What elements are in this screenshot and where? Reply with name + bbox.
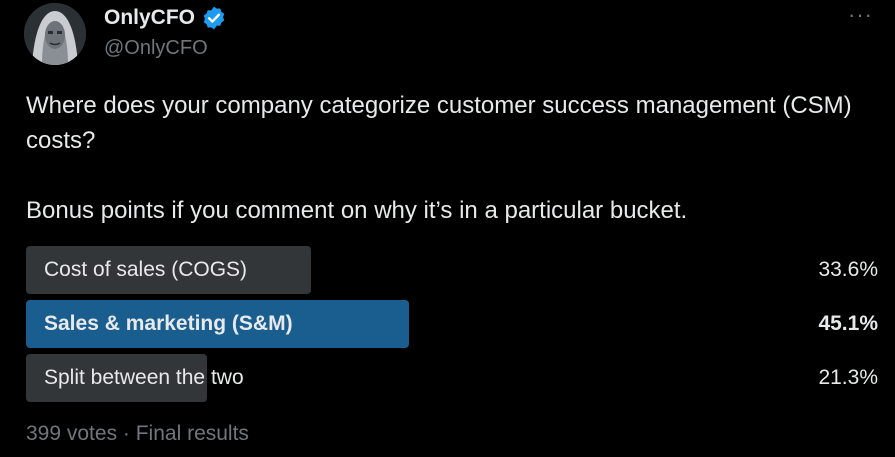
verified-badge-icon bbox=[201, 5, 227, 31]
poll-option-percent: 21.3% bbox=[818, 366, 878, 389]
poll-option-label: Sales & marketing (S&M) bbox=[44, 312, 293, 335]
poll-option-winner: Sales & marketing (S&M) 45.1% bbox=[26, 300, 878, 348]
tweet-card: OnlyCFO @OnlyCFO ··· Where does your com… bbox=[0, 0, 895, 457]
poll: Cost of sales (COGS) 33.6% Sales & marke… bbox=[26, 246, 878, 408]
poll-option-percent: 45.1% bbox=[818, 312, 878, 335]
tweet-text: Where does your company categorize custo… bbox=[26, 92, 852, 224]
poll-option: Split between the two 21.3% bbox=[26, 354, 878, 402]
poll-option-label: Cost of sales (COGS) bbox=[44, 258, 248, 281]
more-icon[interactable]: ··· bbox=[848, 4, 873, 26]
poll-results-summary: 399 votes · Final results bbox=[26, 422, 249, 445]
avatar[interactable] bbox=[24, 3, 86, 65]
avatar-portrait bbox=[24, 3, 86, 65]
poll-option-percent: 33.6% bbox=[818, 258, 878, 281]
poll-option: Cost of sales (COGS) 33.6% bbox=[26, 246, 878, 294]
author-name[interactable]: OnlyCFO bbox=[104, 5, 227, 31]
poll-option-label: Split between the two bbox=[44, 366, 244, 389]
author-handle[interactable]: @OnlyCFO bbox=[104, 37, 208, 60]
author-display-name[interactable]: OnlyCFO bbox=[104, 6, 195, 30]
